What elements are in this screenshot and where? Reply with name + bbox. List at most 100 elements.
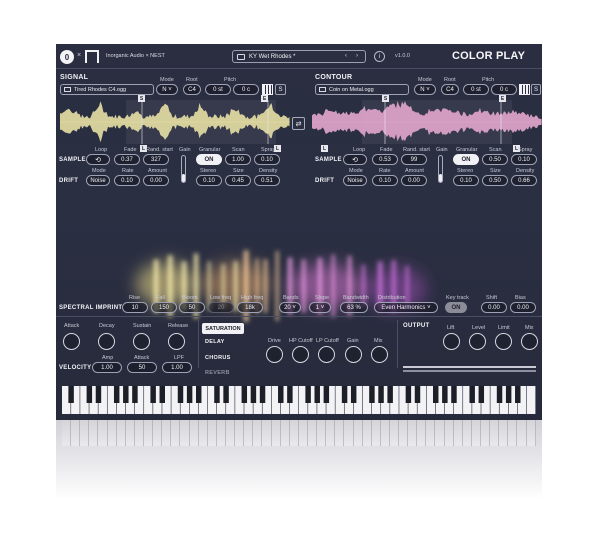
out-limit-knob[interactable] xyxy=(495,333,512,350)
piano-black-key[interactable] xyxy=(314,386,320,403)
swap-icon[interactable]: ⇄ xyxy=(292,117,305,130)
signal-stereo-value[interactable]: 0.10 xyxy=(196,175,222,186)
fx-tab-delay[interactable]: DELAY xyxy=(205,339,225,345)
signal-end-marker[interactable]: E xyxy=(261,95,268,102)
contour-pitch-cents[interactable]: 0 c xyxy=(491,84,517,95)
prev-preset-icon[interactable]: ‹ xyxy=(345,53,347,59)
fx-lp-cutoff-knob[interactable] xyxy=(318,346,335,363)
rise-value[interactable]: 10 xyxy=(122,302,148,313)
preset-browser[interactable]: KY Wet Rhodes * ‹ › xyxy=(232,50,366,63)
bias-value[interactable]: 0.00 xyxy=(510,302,536,313)
signal-amount-value[interactable]: 0.00 xyxy=(143,175,169,186)
signal-rand-value[interactable]: 327 xyxy=(143,154,169,165)
piano-black-key[interactable] xyxy=(159,386,166,403)
signal-density-value[interactable]: 0.51 xyxy=(254,175,280,186)
contour-root-select[interactable]: C4 xyxy=(441,84,459,95)
signal-scan-value[interactable]: 1.00 xyxy=(225,154,251,165)
piano-black-key[interactable] xyxy=(287,386,293,403)
vel-attack-value[interactable]: 50 xyxy=(127,362,157,373)
signal-spray-value[interactable]: 0.10 xyxy=(254,154,280,165)
key-track-toggle[interactable]: ON xyxy=(445,302,467,313)
contour-loop-start-marker[interactable]: L xyxy=(321,145,328,152)
piano-black-key[interactable] xyxy=(505,386,512,403)
signal-keyboard-icon[interactable] xyxy=(262,84,273,95)
contour-scan-value[interactable]: 0.50 xyxy=(482,154,508,165)
signal-file-selector[interactable]: Tired Rhodes C4.ogg xyxy=(60,84,154,95)
piano-black-key[interactable] xyxy=(95,386,102,403)
contour-rand-value[interactable]: 99 xyxy=(401,154,427,165)
piano-black-key[interactable] xyxy=(323,386,330,403)
piano-black-key[interactable] xyxy=(350,386,357,403)
piano-black-key[interactable] xyxy=(515,386,521,403)
piano-black-key[interactable] xyxy=(223,386,229,403)
piano-black-key[interactable] xyxy=(195,386,202,403)
contour-granular-toggle[interactable]: ON xyxy=(453,154,479,165)
fx-hp-cutoff-knob[interactable] xyxy=(292,346,309,363)
shift-value[interactable]: 0.00 xyxy=(481,302,507,313)
fx-tab-chorus[interactable]: CHORUS xyxy=(205,355,231,361)
contour-pitch-semitones[interactable]: 0 st xyxy=(463,84,489,95)
contour-spray-value[interactable]: 0.10 xyxy=(511,154,537,165)
env-decay-knob[interactable] xyxy=(98,333,115,350)
contour-stereo-value[interactable]: 0.10 xyxy=(453,175,479,186)
piano-black-key[interactable] xyxy=(177,386,184,403)
vel-lpf-value[interactable]: 1.00 xyxy=(162,362,192,373)
piano-black-key[interactable] xyxy=(278,386,284,403)
piano-black-key[interactable] xyxy=(86,386,93,403)
piano-black-key[interactable] xyxy=(113,386,120,403)
piano-black-key[interactable] xyxy=(305,386,311,403)
signal-size-value[interactable]: 0.45 xyxy=(225,175,251,186)
contour-size-value[interactable]: 0.50 xyxy=(482,175,508,186)
fx-tab-reverb[interactable]: REVERB xyxy=(205,370,230,376)
signal-waveform[interactable] xyxy=(60,100,290,144)
contour-gain-slider[interactable] xyxy=(438,155,443,183)
contour-rate-value[interactable]: 0.10 xyxy=(372,175,398,186)
fx-tab-saturation[interactable]: SATURATION xyxy=(202,323,244,334)
piano-black-key[interactable] xyxy=(432,386,439,403)
env-release-knob[interactable] xyxy=(168,333,185,350)
contour-end-marker[interactable]: E xyxy=(499,95,506,102)
piano-black-key[interactable] xyxy=(259,386,266,403)
slope-select[interactable]: 1 ˅ xyxy=(309,302,331,313)
piano-black-key[interactable] xyxy=(414,386,421,403)
signal-rate-value[interactable]: 0.10 xyxy=(114,175,140,186)
contour-keyboard-icon[interactable] xyxy=(519,84,530,95)
piano-black-key[interactable] xyxy=(186,386,193,403)
piano-black-key[interactable] xyxy=(214,386,220,403)
env-attack-knob[interactable] xyxy=(63,333,80,350)
piano-black-key[interactable] xyxy=(496,386,503,403)
signal-solo-button[interactable]: S xyxy=(275,84,286,95)
piano-black-key[interactable] xyxy=(241,386,248,403)
contour-solo-button[interactable]: S xyxy=(531,84,541,95)
contour-amount-value[interactable]: 0.00 xyxy=(401,175,427,186)
piano-black-key[interactable] xyxy=(451,386,457,403)
piano-black-key[interactable] xyxy=(341,386,348,403)
piano-black-key[interactable] xyxy=(405,386,412,403)
contour-fade-value[interactable]: 0.53 xyxy=(372,154,398,165)
contour-drift-mode[interactable]: Noise xyxy=(343,175,367,186)
contour-loop-toggle[interactable]: ⟲ xyxy=(343,154,367,165)
contour-density-value[interactable]: 0.66 xyxy=(511,175,537,186)
fx-mix-knob[interactable] xyxy=(371,346,388,363)
out-lift-knob[interactable] xyxy=(443,333,460,350)
signal-mode-select[interactable]: N ˅ xyxy=(156,84,178,95)
distribution-select[interactable]: Even Harmonics ˅ xyxy=(374,302,438,313)
info-icon[interactable]: i xyxy=(374,51,385,62)
piano-black-key[interactable] xyxy=(123,386,129,403)
piano-black-key[interactable] xyxy=(378,386,384,403)
fx-gain-knob[interactable] xyxy=(345,346,362,363)
signal-pitch-semitones[interactable]: 0 st xyxy=(205,84,231,95)
signal-granular-toggle[interactable]: ON xyxy=(196,154,222,165)
piano-white-key[interactable] xyxy=(526,386,536,414)
fx-drive-knob[interactable] xyxy=(266,346,283,363)
piano-black-key[interactable] xyxy=(68,386,74,403)
signal-pitch-cents[interactable]: 0 c xyxy=(233,84,259,95)
signal-start-marker[interactable]: S xyxy=(138,95,145,102)
contour-start-marker[interactable]: S xyxy=(382,95,389,102)
env-sustain-knob[interactable] xyxy=(133,333,150,350)
out-level-knob[interactable] xyxy=(469,333,486,350)
bandwidth-value[interactable]: 63 % xyxy=(340,302,368,313)
piano-black-key[interactable] xyxy=(150,386,156,403)
piano-black-key[interactable] xyxy=(132,386,138,403)
vel-amp-value[interactable]: 1.00 xyxy=(92,362,122,373)
